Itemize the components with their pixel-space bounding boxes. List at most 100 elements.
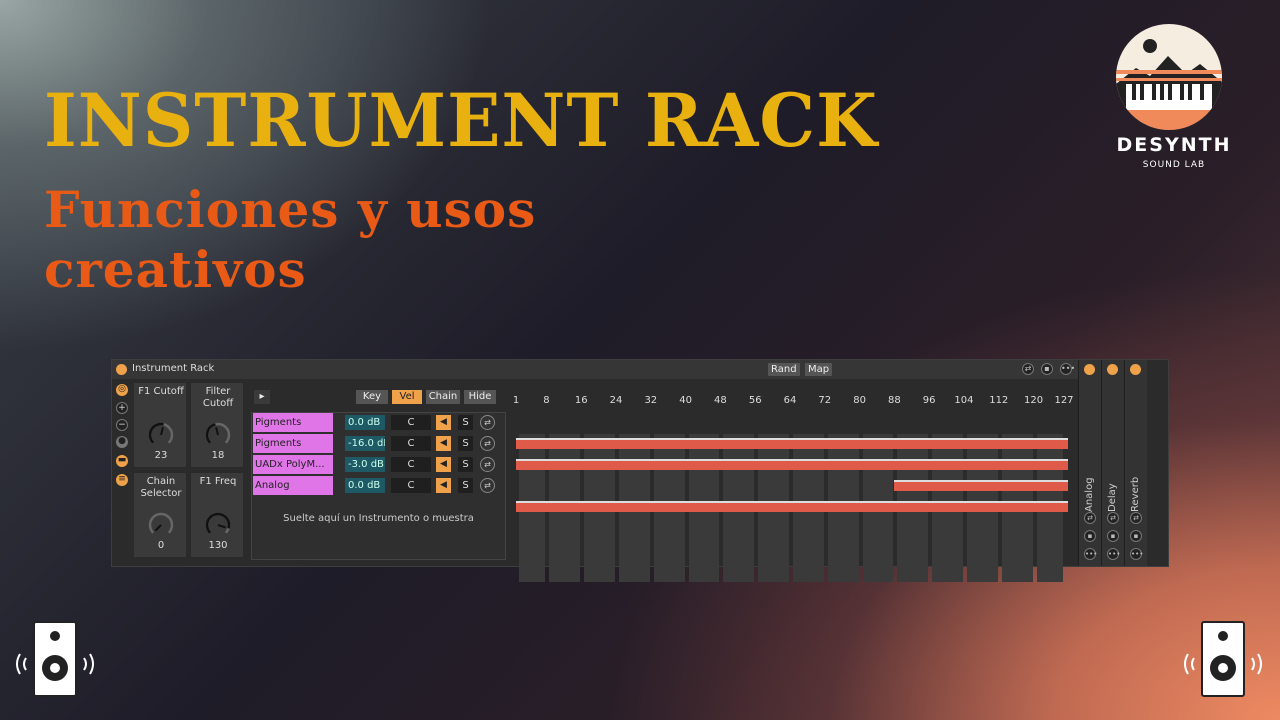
ruler-tick-label: 96 <box>922 395 936 406</box>
chain-solo-button[interactable]: S <box>458 457 473 472</box>
macro-knob-4[interactable]: F1 Freq 130 <box>190 472 244 558</box>
logo-name: DESYNTH <box>1116 134 1232 156</box>
logo-tagline: SOUND LAB <box>1142 160 1206 170</box>
ruler-tick-label: 1 <box>512 395 520 406</box>
more-icon[interactable]: ••• <box>1084 548 1097 560</box>
ruler-tick-label: 56 <box>748 395 762 406</box>
map-button[interactable]: Map <box>805 363 833 376</box>
chain-volume[interactable]: 0.0 dB <box>345 478 385 493</box>
more-icon[interactable]: ••• <box>1107 548 1120 560</box>
tab-key[interactable]: Key <box>356 390 388 404</box>
chain-row[interactable]: UADx PolyM... -3.0 dB C ◀ S ⇄ <box>252 455 505 474</box>
drop-hint: Suelte aquí un Instrumento o muestra <box>283 513 474 524</box>
chain-pan[interactable]: C <box>391 457 431 472</box>
hot-swap-icon[interactable]: ⇄ <box>1107 512 1119 524</box>
ruler-tick-label: 104 <box>954 395 974 406</box>
hot-swap-icon[interactable]: ⇄ <box>1022 363 1034 375</box>
speaker-icon <box>10 620 100 700</box>
hot-swap-icon[interactable]: ⇄ <box>480 436 495 451</box>
chain-name[interactable]: Pigments <box>253 434 333 453</box>
macro-label: F1 Cutoff <box>138 386 184 397</box>
return-power-toggle[interactable] <box>1107 364 1118 375</box>
save-icon[interactable]: ▪ <box>1041 363 1053 375</box>
chain-row[interactable]: Pigments 0.0 dB C ◀ S ⇄ <box>252 413 505 432</box>
macro-knob-1[interactable]: F1 Cutoff 23 <box>133 382 187 468</box>
velocity-zone-bar[interactable] <box>894 480 1068 491</box>
velocity-zone-bar[interactable] <box>516 501 1068 512</box>
chain-activator-icon[interactable]: ◀ <box>436 415 451 430</box>
chain-volume[interactable]: -3.0 dB <box>345 457 385 472</box>
hero-subtitle: Funciones y usos creativos <box>44 180 537 299</box>
knob-icon[interactable] <box>147 511 175 539</box>
hot-swap-icon[interactable]: ⇄ <box>1084 512 1096 524</box>
chain-solo-button[interactable]: S <box>458 415 473 430</box>
hero-title: INSTRUMENT RACK <box>44 76 878 165</box>
velocity-zone-bar[interactable] <box>516 459 1068 470</box>
more-icon[interactable]: ••• <box>1060 363 1075 375</box>
save-icon[interactable]: ▪ <box>1130 530 1142 542</box>
return-power-toggle[interactable] <box>1130 364 1141 375</box>
knob-icon[interactable] <box>147 421 175 449</box>
knob-icon[interactable] <box>204 421 232 449</box>
chain-pan[interactable]: C <box>391 436 431 451</box>
chain-list-icon[interactable]: ≡ <box>116 474 128 486</box>
more-icon[interactable]: ••• <box>1130 548 1143 560</box>
rack-power-toggle[interactable] <box>116 364 127 375</box>
return-chain[interactable]: Delay ⇄ ▪ ••• <box>1101 360 1124 566</box>
hot-swap-icon[interactable]: ⇄ <box>480 415 495 430</box>
chain-name[interactable]: UADx PolyM... <box>253 455 333 474</box>
remove-macro-icon[interactable]: − <box>116 419 128 431</box>
macro-value: 23 <box>154 450 168 461</box>
hot-swap-icon[interactable]: ⇄ <box>480 478 495 493</box>
rack-title: Instrument Rack <box>132 363 215 374</box>
chain-solo-button[interactable]: S <box>458 436 473 451</box>
return-chain[interactable]: Analog ⇄ ▪ ••• <box>1078 360 1101 566</box>
chain-activator-icon[interactable]: ◀ <box>436 457 451 472</box>
knob-icon[interactable] <box>204 511 232 539</box>
hot-swap-icon[interactable]: ⇄ <box>480 457 495 472</box>
ruler-tick-label: 80 <box>853 395 866 406</box>
tab-hide[interactable]: Hide <box>464 390 496 404</box>
return-power-toggle[interactable] <box>1084 364 1095 375</box>
expand-chain-icon[interactable]: ▸ <box>254 390 270 404</box>
logo-emblem-icon <box>1116 24 1222 130</box>
tab-vel[interactable]: Vel <box>392 390 422 404</box>
rand-button[interactable]: Rand <box>768 363 800 376</box>
snapshot-icon[interactable]: ● <box>116 436 128 448</box>
chain-activator-icon[interactable]: ◀ <box>436 436 451 451</box>
chain-row[interactable]: Analog 0.0 dB C ◀ S ⇄ <box>252 476 505 495</box>
chain-volume[interactable]: 0.0 dB <box>345 415 385 430</box>
chain-activator-icon[interactable]: ◀ <box>436 478 451 493</box>
macro-knob-2[interactable]: Filter Cutoff 18 <box>190 382 244 468</box>
return-name: Delay <box>1107 483 1118 512</box>
chain-pan[interactable]: C <box>391 478 431 493</box>
macro-view-icon[interactable]: ◎ <box>116 384 128 396</box>
zone-grid <box>514 434 1070 582</box>
speaker-icon <box>1178 620 1268 700</box>
chain-name[interactable]: Pigments <box>253 413 333 432</box>
save-icon[interactable]: ▪ <box>1107 530 1119 542</box>
chain-pan[interactable]: C <box>391 415 431 430</box>
chain-row[interactable]: Pigments -16.0 dB C ◀ S ⇄ <box>252 434 505 453</box>
macro-value: 0 <box>157 540 165 551</box>
chain-volume[interactable]: -16.0 dB <box>345 436 385 451</box>
rack-header: Instrument Rack Rand Map ⇄ ▪ ••• <box>112 360 1078 379</box>
ruler-tick-label: 127 <box>1054 395 1074 406</box>
chain-solo-button[interactable]: S <box>458 478 473 493</box>
chain-list: Pigments0.0 dBC◀S⇄Pigments-16.0 dBC◀S⇄UA… <box>251 412 506 560</box>
return-chain[interactable]: Reverb ⇄ ▪ ••• <box>1124 360 1147 566</box>
ruler-tick-label: 112 <box>989 395 1009 406</box>
velocity-zone-editor: 1 8 16 24 32 40 48 56 64 72 80 88 96 104 112 120 127 <box>512 382 1074 582</box>
device-view-icon[interactable]: ▬ <box>116 455 128 467</box>
macro-knob-3[interactable]: Chain Selector 0 <box>133 472 187 558</box>
hot-swap-icon[interactable]: ⇄ <box>1130 512 1142 524</box>
save-icon[interactable]: ▪ <box>1084 530 1096 542</box>
ruler-tick-label: 32 <box>644 395 658 406</box>
instrument-rack: Instrument Rack Rand Map ⇄ ▪ ••• ◎ + − ●… <box>111 359 1169 582</box>
ruler-tick-label: 120 <box>1024 395 1044 406</box>
chain-name[interactable]: Analog <box>253 476 333 495</box>
ruler-tick-label: 40 <box>679 395 692 406</box>
add-macro-icon[interactable]: + <box>116 402 128 414</box>
velocity-zone-bar[interactable] <box>516 438 1068 449</box>
tab-chain[interactable]: Chain <box>426 390 460 404</box>
